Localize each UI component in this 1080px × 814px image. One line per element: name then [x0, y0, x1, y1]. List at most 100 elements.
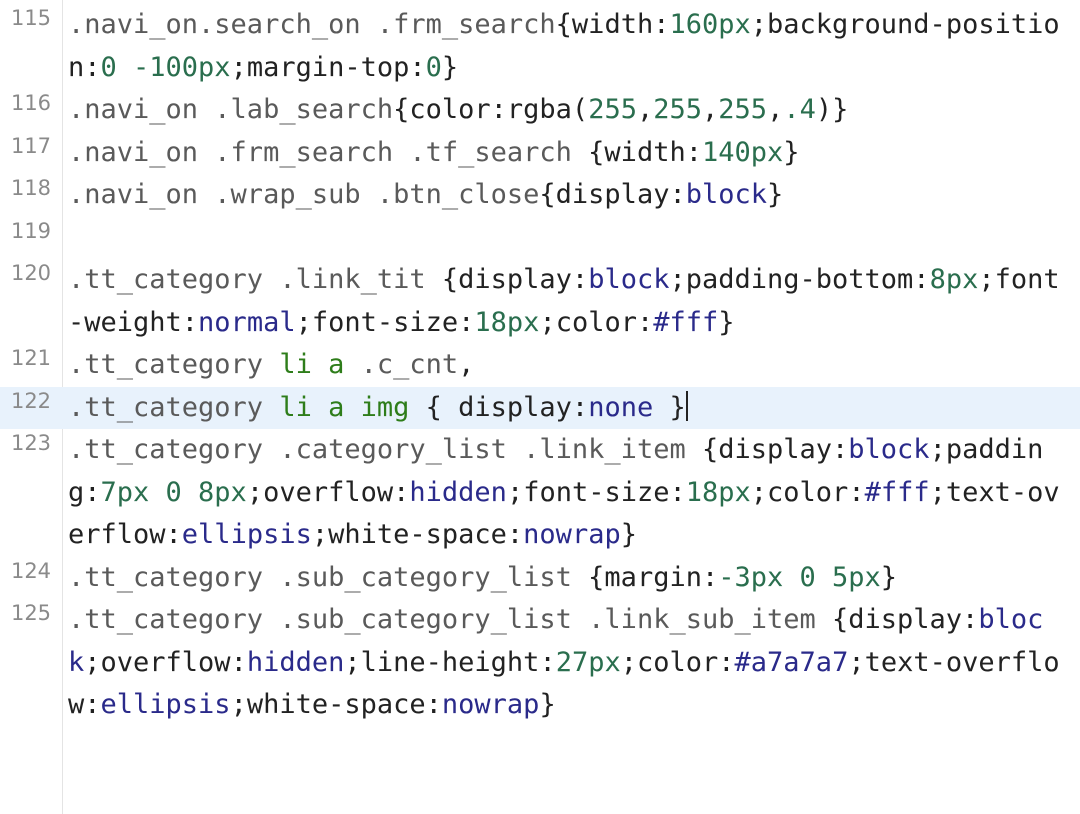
code-token: .tt_category — [68, 349, 280, 380]
code-token: .navi_on .lab_search — [68, 94, 394, 125]
code-token: .tt_category .sub_category_list .link_su… — [68, 604, 816, 635]
code-editor[interactable]: 115 .navi_on.search_on .frm_search{width:… — [0, 0, 1080, 814]
code-token: {margin: — [588, 561, 719, 593]
text-cursor — [685, 390, 688, 421]
code-text[interactable]: .tt_category .sub_category_list {margin:… — [62, 557, 1080, 600]
code-line[interactable]: 120 .tt_category .link_tit {display:block… — [0, 259, 1080, 344]
code-token: .navi_on.search_on .frm_search — [68, 9, 556, 40]
code-token: .tt_category .link_tit — [68, 264, 442, 295]
code-line[interactable]: 115 .navi_on.search_on .frm_search{width:… — [0, 4, 1080, 89]
code-line[interactable]: 119 — [0, 217, 1080, 260]
code-line[interactable]: 121 .tt_category li a .c_cnt, — [0, 344, 1080, 387]
code-text[interactable]: .tt_category .sub_category_list .link_su… — [62, 599, 1080, 727]
code-token: ;white-space: — [311, 519, 524, 550]
code-token: ellipsis — [181, 519, 312, 550]
code-token: 255 — [653, 94, 703, 125]
line-number: 117 — [10, 133, 52, 158]
code-token: ;font-size: — [295, 306, 475, 338]
line-number: 115 — [10, 6, 52, 30]
code-token: 255 — [588, 94, 637, 125]
code-token: ;color: — [750, 476, 865, 508]
code-token: block — [588, 264, 670, 295]
code-token: {display: — [539, 179, 686, 210]
code-text[interactable]: .navi_on .lab_search{color:rgba(255,255,… — [62, 89, 1080, 132]
code-token: ;white-space: — [230, 689, 442, 720]
code-text[interactable]: .tt_category .category_list .link_item {… — [62, 429, 1080, 557]
code-token: {display: — [815, 604, 979, 635]
code-token: #fff — [864, 476, 930, 508]
code-token: ellipsis — [100, 689, 231, 720]
code-text[interactable]: .tt_category li a img { display:none } — [62, 387, 1080, 430]
code-token: } — [880, 561, 898, 593]
line-number: 125 — [10, 601, 52, 625]
code-token: , — [458, 349, 475, 380]
code-token: .c_cnt — [344, 349, 459, 380]
code-line[interactable]: 116 .navi_on .lab_search{color:rgba(255,2… — [0, 89, 1080, 132]
code-token: {display: — [441, 264, 589, 295]
line-number: 120 — [10, 261, 52, 285]
code-token: } — [620, 519, 637, 550]
code-token: {width: — [555, 9, 670, 40]
code-token: ;margin-top: — [230, 51, 426, 83]
code-token: } — [718, 306, 735, 338]
code-token: block — [848, 434, 930, 465]
code-token: 18px — [685, 476, 751, 508]
code-token: , — [767, 94, 784, 125]
code-token: } — [767, 179, 784, 210]
code-line[interactable]: 122 .tt_category li a img { display:none … — [0, 386, 1080, 430]
code-token: hidden — [409, 476, 507, 508]
code-token: nowrap — [523, 519, 621, 550]
code-token: li a img — [279, 391, 410, 423]
code-token: #fff — [653, 306, 719, 338]
code-token: ;overflow: — [246, 476, 410, 508]
code-text[interactable]: .navi_on .wrap_sub .btn_close{display:bl… — [62, 174, 1080, 217]
code-token: .navi_on .frm_search .tf_search — [68, 136, 589, 168]
code-line[interactable]: 117 .navi_on .frm_search .tf_search {widt… — [0, 132, 1080, 175]
code-token: ;color: — [539, 306, 654, 338]
code-token: {width: — [588, 136, 702, 168]
code-token: } — [653, 391, 686, 423]
code-line[interactable]: 125 .tt_category .sub_category_list .link… — [0, 599, 1080, 727]
code-token: 255 — [718, 94, 768, 125]
code-token: {color:rgba( — [393, 94, 589, 125]
code-token: ;overflow: — [84, 646, 247, 678]
code-token: 0 -100px — [100, 51, 231, 83]
code-token: } — [539, 689, 556, 720]
code-token: .tt_category .sub_category_list — [68, 561, 589, 593]
code-text[interactable]: .navi_on.search_on .frm_search{width:160… — [62, 4, 1080, 89]
code-token: )} — [815, 94, 849, 125]
code-token: ;color: — [620, 646, 735, 678]
code-token: 0 — [425, 51, 442, 83]
code-token: 7px 0 8px — [100, 476, 247, 508]
line-number: 118 — [10, 176, 52, 200]
code-token: { display: — [409, 391, 589, 423]
code-token: 8px — [929, 264, 979, 295]
code-token: #a7a7a7 — [734, 646, 849, 678]
code-text[interactable]: .tt_category .link_tit {display:block;pa… — [62, 259, 1080, 344]
code-token: li a — [279, 349, 345, 380]
code-token: .tt_category .category_list .link_item — [68, 434, 686, 465]
line-number: 124 — [10, 558, 52, 583]
code-token: } — [783, 136, 800, 168]
code-token: .navi_on .wrap_sub .btn_close — [68, 179, 540, 210]
code-line[interactable]: 124 .tt_category .sub_category_list {marg… — [0, 557, 1080, 600]
code-text[interactable] — [62, 217, 1080, 260]
code-text[interactable]: .navi_on .frm_search .tf_search {width:1… — [62, 132, 1080, 175]
code-line[interactable]: 123 .tt_category .category_list .link_ite… — [0, 429, 1080, 557]
code-token: 160px — [669, 9, 751, 40]
line-number: 116 — [10, 91, 52, 115]
code-token: .tt_category — [68, 391, 280, 423]
code-token: , — [702, 94, 719, 125]
code-token: 140px — [701, 136, 784, 168]
code-token: ;font-size: — [506, 476, 686, 508]
code-token: normal — [198, 306, 296, 338]
code-token: .4 — [783, 94, 816, 125]
line-number: 119 — [10, 218, 52, 243]
code-token: {display: — [685, 434, 849, 465]
code-text[interactable]: .tt_category li a .c_cnt, — [62, 344, 1080, 387]
code-line[interactable]: 118 .navi_on .wrap_sub .btn_close{display… — [0, 174, 1080, 217]
code-lines[interactable]: 115 .navi_on.search_on .frm_search{width:… — [0, 4, 1080, 727]
code-token: ;line-height: — [344, 646, 556, 678]
code-token: , — [636, 94, 654, 125]
line-number: 121 — [10, 346, 52, 370]
